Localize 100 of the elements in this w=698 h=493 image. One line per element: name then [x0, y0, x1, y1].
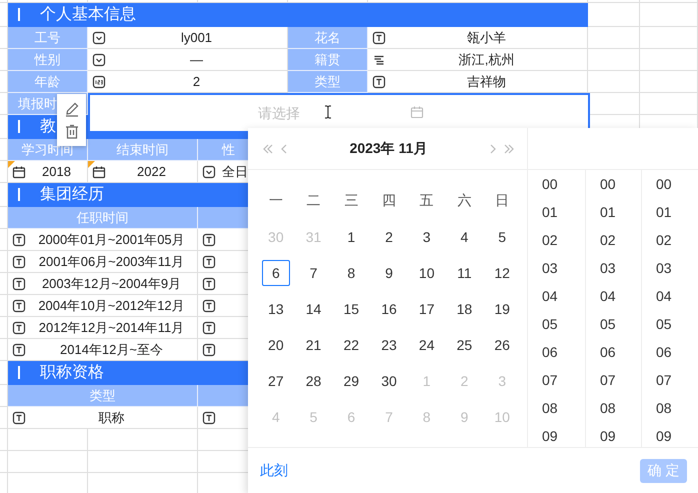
date-cell[interactable]: 19 [488, 296, 516, 322]
next-year-button[interactable] [503, 142, 515, 154]
text-type-icon [202, 254, 216, 268]
time-option[interactable]: 05 [586, 310, 641, 338]
date-cell[interactable]: 17 [412, 296, 441, 322]
date-cell[interactable]: 10 [412, 260, 441, 286]
time-option[interactable]: 03 [528, 254, 585, 282]
date-cell[interactable]: 5 [488, 224, 516, 250]
weekday-label: 一 [268, 191, 284, 210]
text-type-icon [202, 298, 216, 312]
date-cell[interactable]: 24 [412, 332, 441, 358]
date-cell[interactable]: 1 [337, 224, 366, 250]
text-cursor-icon [324, 105, 332, 119]
time-option[interactable]: 00 [586, 170, 641, 198]
column-header: 任职时间 [8, 207, 198, 229]
time-option[interactable]: 07 [528, 366, 585, 394]
empty-cell [640, 71, 698, 93]
date-cell[interactable]: 6 [262, 260, 290, 286]
weekday-label: 三 [343, 191, 360, 210]
date-cell[interactable]: 21 [300, 332, 328, 358]
date-cell[interactable]: 11 [450, 260, 478, 286]
date-cell[interactable]: 30 [374, 368, 403, 394]
next-month-button[interactable] [489, 142, 497, 154]
time-option[interactable]: 07 [642, 366, 698, 394]
previous-year-button[interactable] [262, 142, 274, 154]
field-value: 瓴小羊 [466, 28, 507, 46]
date-cell[interactable]: 8 [337, 260, 366, 286]
date-cell[interactable]: 28 [300, 368, 328, 394]
now-link[interactable]: 此刻 [260, 462, 288, 480]
time-option[interactable]: 05 [642, 310, 698, 338]
time-option[interactable]: 09 [642, 422, 698, 447]
text-type-icon [372, 74, 386, 88]
date-cell[interactable]: 16 [374, 296, 403, 322]
time-option[interactable]: 04 [528, 282, 585, 310]
date-cell[interactable]: 29 [337, 368, 366, 394]
field-value: 2 [192, 74, 202, 89]
time-option[interactable]: 08 [528, 394, 585, 422]
time-option[interactable]: 04 [642, 282, 698, 310]
time-option[interactable]: 00 [528, 170, 585, 198]
date-field[interactable]: 请选择 [88, 93, 590, 131]
weekday-label: 四 [380, 191, 397, 210]
time-option[interactable]: 06 [586, 338, 641, 366]
section-title: 教 [40, 117, 56, 137]
time-option[interactable]: 08 [586, 394, 641, 422]
date-cell[interactable]: 3 [412, 224, 441, 250]
date-cell[interactable]: 25 [450, 332, 478, 358]
calendar-icon [12, 164, 26, 178]
weekday-label: 二 [306, 191, 322, 210]
cell-value: 2001年06月~2003年11月 [38, 252, 186, 270]
time-option[interactable]: 03 [586, 254, 641, 282]
time-option[interactable]: 04 [586, 282, 641, 310]
date-cell[interactable]: 15 [337, 296, 366, 322]
time-option[interactable]: 01 [586, 198, 641, 226]
date-cell[interactable]: 9 [374, 260, 403, 286]
date-cell[interactable]: 13 [262, 296, 290, 322]
date-cell[interactable]: 7 [300, 260, 328, 286]
number-type-icon [92, 74, 106, 88]
date-cell[interactable]: 27 [262, 368, 290, 394]
time-option[interactable]: 03 [642, 254, 698, 282]
column-header: 结束时间 [88, 139, 198, 161]
text-type-icon [12, 320, 26, 334]
dropdown-icon [92, 52, 106, 66]
text-type-icon [202, 232, 216, 246]
time-option[interactable]: 02 [528, 226, 585, 254]
month-title[interactable]: 2023年 11月 [294, 140, 483, 158]
previous-month-button[interactable] [280, 142, 288, 154]
empty-cell [640, 49, 698, 71]
time-option[interactable]: 08 [642, 394, 698, 422]
section-title: 个人基本信息 [40, 4, 136, 25]
time-option[interactable]: 00 [642, 170, 698, 198]
time-option[interactable]: 05 [528, 310, 585, 338]
calendar-icon [410, 105, 424, 119]
time-option[interactable]: 09 [528, 422, 585, 447]
text-type-icon [202, 276, 216, 290]
time-option[interactable]: 07 [586, 366, 641, 394]
date-cell[interactable]: 26 [488, 332, 516, 358]
time-option[interactable]: 01 [642, 198, 698, 226]
time-option[interactable]: 02 [586, 226, 641, 254]
time-option[interactable]: 09 [586, 422, 641, 447]
time-option[interactable]: 02 [642, 226, 698, 254]
time-option[interactable]: 06 [642, 338, 698, 366]
time-option[interactable]: 06 [528, 338, 585, 366]
date-cell[interactable]: 2 [374, 224, 403, 250]
time-option[interactable]: 01 [528, 198, 585, 226]
date-cell[interactable]: 22 [337, 332, 366, 358]
text-type-icon [202, 320, 216, 334]
delete-icon[interactable] [64, 124, 78, 140]
edit-icon[interactable] [64, 100, 80, 117]
section-marker [18, 366, 20, 379]
date-cell[interactable]: 12 [488, 260, 516, 286]
dropdown-icon [92, 30, 106, 44]
section-marker [18, 120, 20, 133]
field-label: 类型 [288, 71, 368, 93]
date-cell[interactable]: 18 [450, 296, 478, 322]
date-cell[interactable]: 23 [374, 332, 403, 358]
text-type-icon [12, 276, 26, 290]
date-cell[interactable]: 20 [262, 332, 290, 358]
date-cell[interactable]: 14 [300, 296, 328, 322]
cell-value: 全日 [222, 162, 248, 180]
date-cell[interactable]: 4 [450, 224, 478, 250]
